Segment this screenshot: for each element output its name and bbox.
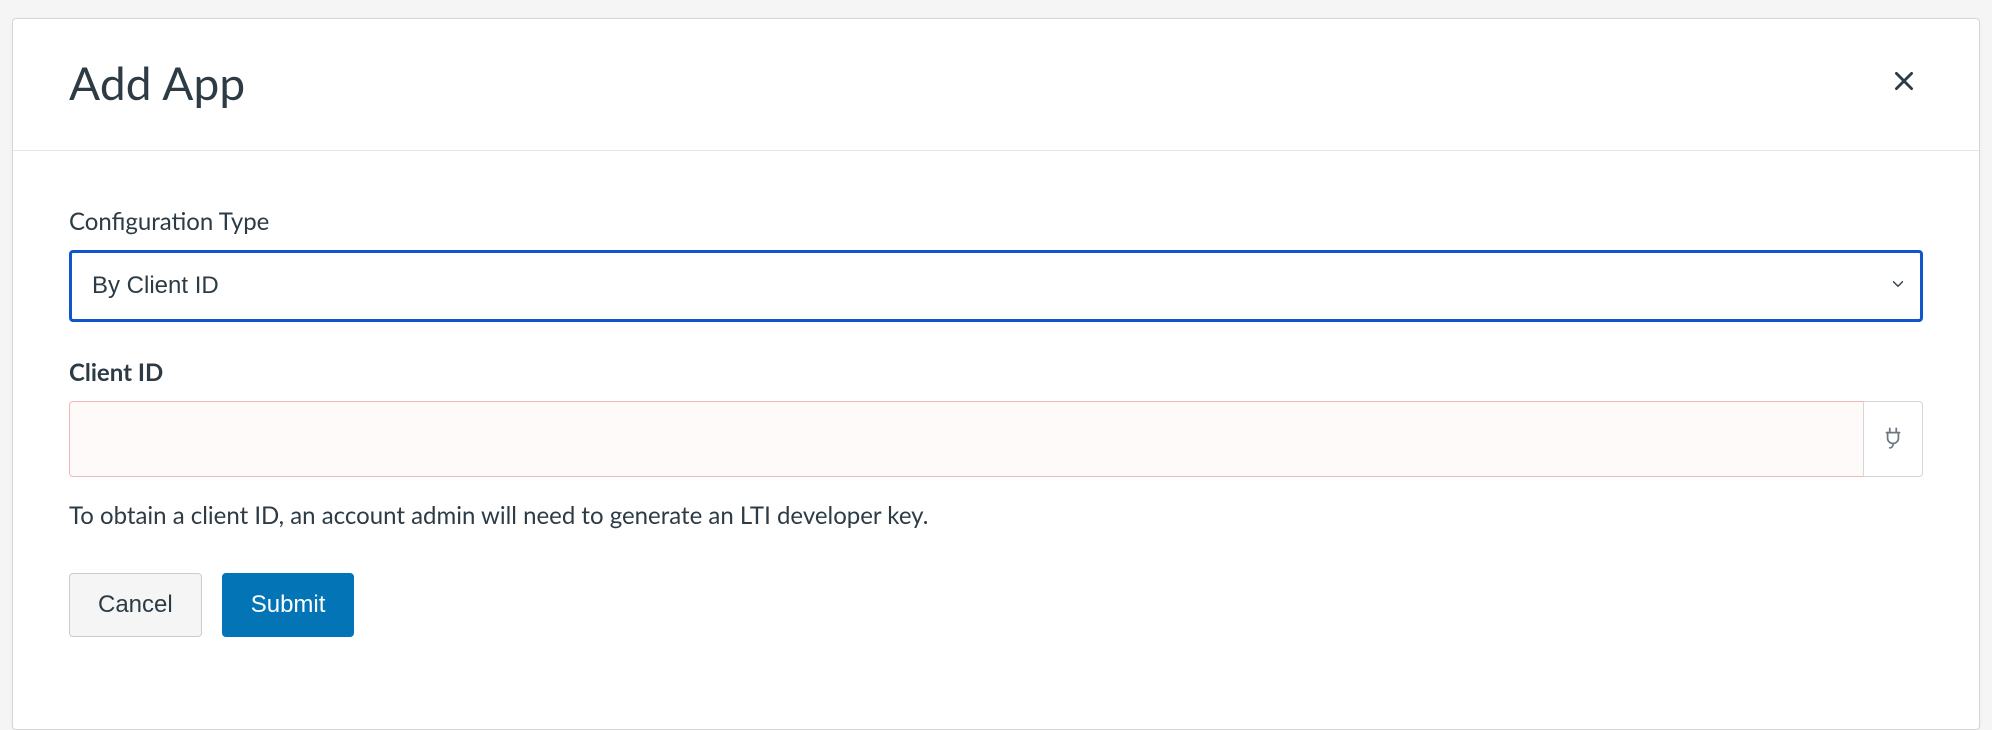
modal-title: Add App [69,55,245,110]
config-type-select-wrap: By Client ID [69,250,1923,322]
close-icon [1891,68,1917,97]
client-id-label: Client ID [69,358,1923,387]
submit-button[interactable]: Submit [222,573,355,637]
cancel-button[interactable]: Cancel [69,573,202,637]
config-type-select[interactable]: By Client ID [69,250,1923,322]
client-id-hint: To obtain a client ID, an account admin … [69,499,1923,533]
close-button[interactable] [1885,62,1923,103]
client-id-input-group [69,401,1923,477]
modal-body: Configuration Type By Client ID Client I… [13,151,1979,729]
modal-header: Add App [13,19,1979,151]
config-type-label: Configuration Type [69,207,1923,236]
button-row: Cancel Submit [69,573,1923,637]
client-id-input[interactable] [69,401,1863,477]
client-id-addon [1863,401,1923,477]
plug-icon [1880,424,1906,454]
add-app-modal: Add App Configuration Type By Client ID … [12,18,1980,730]
